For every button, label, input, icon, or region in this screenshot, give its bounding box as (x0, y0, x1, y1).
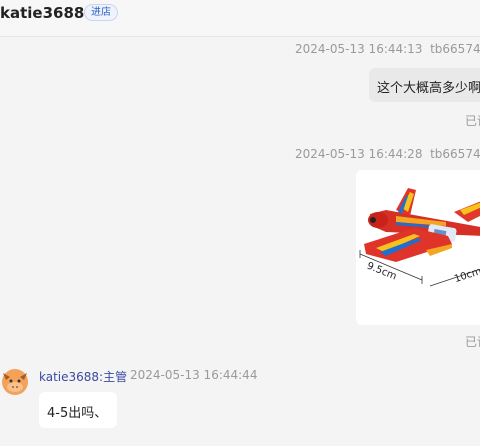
outgoing-message-bubble[interactable]: 这个大概高多少啊 (369, 68, 480, 102)
message-timestamp: 2024-05-13 16:44:44 (130, 368, 258, 382)
shop-name: katie3688 (0, 4, 85, 22)
cow-avatar-icon[interactable] (0, 366, 30, 396)
message-text: 4-5出吗、 (47, 406, 108, 421)
message-meta: 2024-05-13 16:44:13 tb6657418 (295, 42, 480, 56)
message-timestamp: 2024-05-13 16:44:13 (295, 42, 423, 56)
message-timestamp: 2024-05-13 16:44:28 (295, 147, 423, 161)
message-text: 这个大概高多少啊 (377, 81, 480, 96)
read-status: 已读 (465, 114, 480, 128)
read-status: 已读 (465, 335, 480, 349)
message-sender-id: tb6657418 (430, 42, 480, 56)
message-sender-id: tb6657418 (430, 147, 480, 161)
glider-plane-product-photo (359, 188, 480, 287)
message-meta: 2024-05-13 16:44:28 tb6657418 (295, 147, 480, 161)
enter-shop-button[interactable]: 进店 (84, 4, 118, 21)
incoming-message-bubble[interactable]: 4-5出吗、 (39, 392, 117, 428)
sender-name[interactable]: katie3688:主管 (39, 368, 127, 385)
chat-header: katie3688 进店 (0, 0, 480, 37)
image-message[interactable]: 9.5cm 10cm (356, 170, 480, 325)
